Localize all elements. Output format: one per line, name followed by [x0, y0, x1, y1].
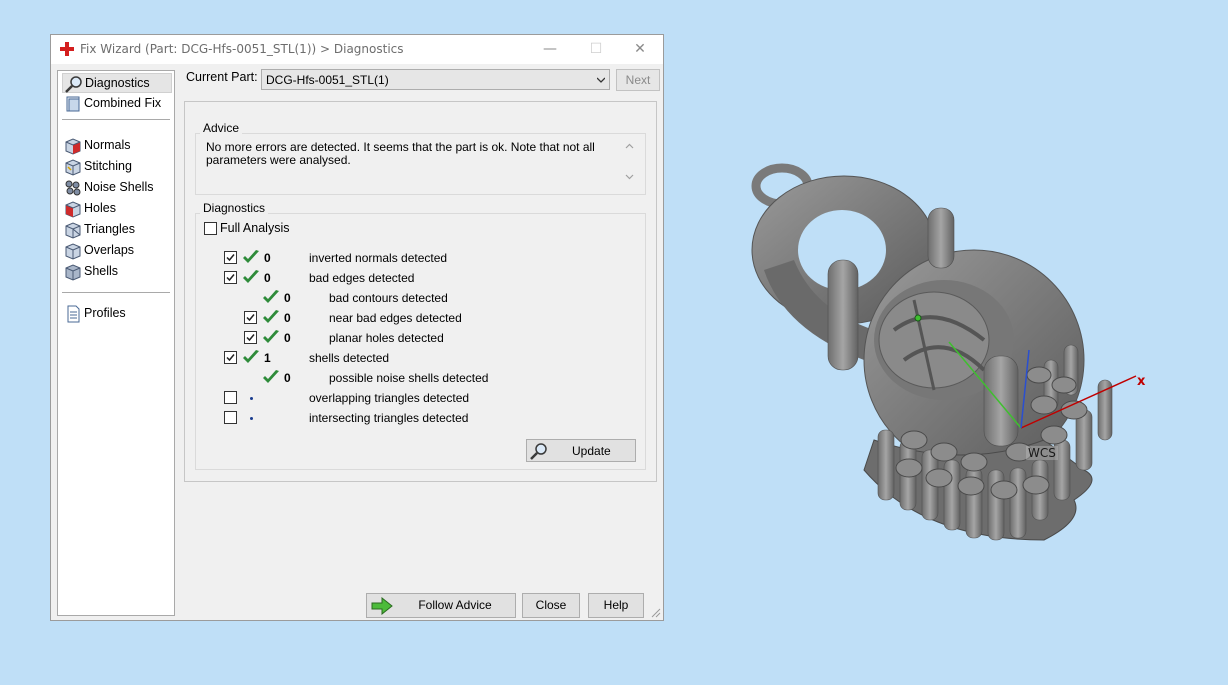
update-button-label: Update	[572, 444, 611, 458]
diagnostic-row-checkbox[interactable]	[224, 271, 237, 284]
diagnostic-row-checkbox[interactable]	[224, 251, 237, 264]
diagnostic-row-checkbox[interactable]	[224, 411, 237, 424]
sidebar-item-label: Normals	[84, 138, 131, 152]
diagnostic-count: 0	[284, 331, 291, 345]
pending-dot-icon	[250, 397, 253, 400]
diagnostic-count: 0	[284, 291, 291, 305]
wcs-label: WCS	[1026, 446, 1058, 460]
sidebar-separator	[62, 292, 170, 293]
advice-text: No more errors are detected. It seems th…	[206, 140, 595, 167]
check-ok-icon	[263, 310, 279, 323]
current-part-select[interactable]: DCG-Hfs-0051_STL(1)	[261, 69, 610, 90]
diagnostic-count: 0	[264, 271, 271, 285]
full-analysis-label: Full Analysis	[220, 221, 290, 235]
diagnostic-text: overlapping triangles detected	[309, 391, 470, 405]
check-ok-icon	[263, 290, 279, 303]
pending-dot-icon	[250, 417, 253, 420]
next-button[interactable]: Next	[616, 69, 660, 91]
red-cross-icon	[60, 42, 74, 56]
chevron-down-icon	[597, 77, 605, 83]
diagnostic-row-checkbox[interactable]	[224, 391, 237, 404]
check-ok-icon	[263, 370, 279, 383]
sidebar-item-label: Shells	[84, 264, 119, 278]
noise-shells-icon	[65, 180, 81, 196]
normals-cube-icon	[65, 138, 81, 155]
advice-title: Advice	[200, 121, 243, 135]
window-title: Fix Wizard (Part: DCG-Hfs-0051_STL(1)) >…	[80, 42, 404, 56]
sidebar-item-triangles[interactable]: Triangles	[62, 220, 172, 240]
document-icon	[67, 305, 80, 323]
overlaps-cube-icon	[65, 243, 81, 260]
close-window-button[interactable]: ✕	[617, 35, 663, 64]
full-analysis-checkbox[interactable]	[204, 222, 217, 235]
follow-advice-label: Follow Advice	[418, 598, 492, 612]
update-button[interactable]: Update	[526, 439, 636, 462]
diagnostic-text: shells detected	[309, 351, 390, 365]
sidebar-item-normals[interactable]: Normals	[62, 136, 172, 156]
triangles-cube-icon	[65, 222, 81, 239]
sidebar-item-stitching[interactable]: Stitching	[62, 157, 172, 177]
green-arrow-icon	[371, 597, 393, 615]
close-button[interactable]: Close	[522, 593, 580, 618]
sidebar-item-shells[interactable]: Shells	[62, 262, 172, 282]
holes-cube-icon	[65, 201, 81, 218]
help-button[interactable]: Help	[588, 593, 644, 618]
diagnostic-count: 0	[284, 311, 291, 325]
current-part-value: DCG-Hfs-0051_STL(1)	[266, 73, 389, 87]
sidebar-item-noise-shells[interactable]: Noise Shells	[62, 178, 172, 198]
magnifier-icon	[530, 443, 547, 460]
advice-textbox: No more errors are detected. It seems th…	[202, 139, 637, 189]
sidebar-item-label: Combined Fix	[84, 96, 162, 110]
diagnostic-text: inverted normals detected	[309, 251, 448, 265]
sidebar-item-holes[interactable]: Holes	[62, 199, 172, 219]
sidebar-item-combined-fix[interactable]: Combined Fix	[62, 94, 172, 114]
jewelry-model-render	[751, 163, 1137, 541]
diagnostic-text: possible noise shells detected	[329, 371, 489, 385]
diagnostic-row-checkbox[interactable]	[244, 331, 257, 344]
diagnostic-row-checkbox[interactable]	[224, 351, 237, 364]
diagnostic-count: 1	[264, 351, 271, 365]
sidebar: Diagnostics Combined Fix Normals Stitchi…	[57, 70, 175, 616]
maximize-button[interactable]: ☐	[573, 35, 619, 64]
combined-fix-icon	[66, 96, 80, 112]
scroll-up-icon[interactable]	[625, 142, 634, 151]
diagnostic-text: bad contours detected	[329, 291, 448, 305]
title-bar[interactable]: Fix Wizard (Part: DCG-Hfs-0051_STL(1)) >…	[51, 35, 663, 64]
stitching-cube-icon	[65, 159, 81, 176]
sidebar-item-overlaps[interactable]: Overlaps	[62, 241, 172, 261]
sidebar-item-diagnostics[interactable]: Diagnostics	[62, 73, 172, 93]
3d-viewport[interactable]: WCS x	[664, 0, 1228, 685]
diagnostics-title: Diagnostics	[200, 201, 269, 215]
current-part-label: Current Part:	[186, 70, 258, 84]
magnifier-icon	[65, 76, 82, 93]
sidebar-item-label: Overlaps	[84, 243, 135, 257]
diagnostic-text: intersecting triangles detected	[309, 411, 469, 425]
diagnostic-count: 0	[264, 251, 271, 265]
check-ok-icon	[263, 330, 279, 343]
sidebar-item-label: Stitching	[84, 159, 132, 173]
check-ok-icon	[243, 350, 259, 363]
diagnostic-count: 0	[284, 371, 291, 385]
scroll-down-icon[interactable]	[625, 172, 634, 181]
diagnostic-text: planar holes detected	[329, 331, 444, 345]
x-axis-label: x	[1137, 374, 1146, 389]
follow-advice-button[interactable]: Follow Advice	[366, 593, 516, 618]
sidebar-item-label: Noise Shells	[84, 180, 154, 194]
shells-cube-icon	[65, 264, 81, 281]
sidebar-separator	[62, 119, 170, 120]
diagnostic-row-checkbox[interactable]	[244, 311, 257, 324]
sidebar-item-label: Profiles	[84, 306, 126, 320]
sidebar-item-label: Diagnostics	[85, 76, 150, 90]
minimize-button[interactable]: —	[527, 35, 573, 64]
resize-grip-icon[interactable]	[650, 607, 661, 618]
sidebar-item-label: Triangles	[84, 222, 135, 236]
sidebar-item-label: Holes	[84, 201, 116, 215]
diagnostic-text: near bad edges detected	[329, 311, 462, 325]
sidebar-item-profiles[interactable]: Profiles	[62, 304, 172, 324]
diagnostic-text: bad edges detected	[309, 271, 415, 285]
check-ok-icon	[243, 270, 259, 283]
check-ok-icon	[243, 250, 259, 263]
fix-wizard-window: Fix Wizard (Part: DCG-Hfs-0051_STL(1)) >…	[50, 34, 664, 621]
